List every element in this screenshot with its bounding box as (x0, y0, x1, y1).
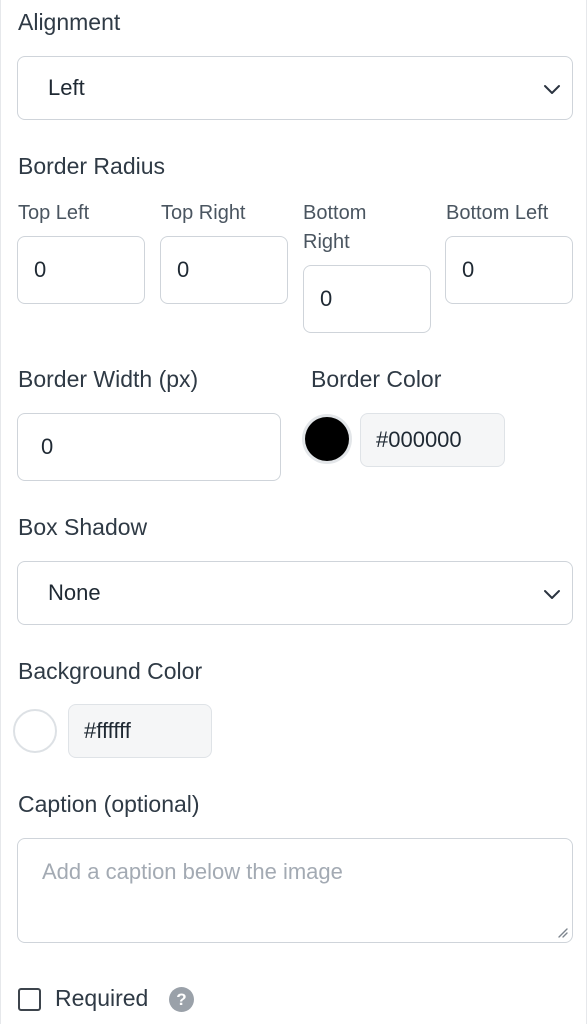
caption-placeholder: Add a caption below the image (42, 859, 343, 884)
top-left-radius-value: 0 (34, 257, 47, 282)
border-width-value: 0 (41, 434, 54, 459)
bottom-right-label-line1: Bottom (303, 202, 367, 224)
caption-label: Caption (optional) (18, 791, 200, 817)
border-color-label: Border Color (311, 366, 442, 392)
border-width-input[interactable]: 0 (17, 413, 281, 481)
top-right-radius-input[interactable]: 0 (160, 236, 288, 304)
required-label[interactable]: Required (55, 985, 148, 1012)
background-color-hex-value: #ffffff (84, 718, 131, 743)
chevron-down-icon (544, 85, 560, 94)
box-shadow-select[interactable]: None (17, 561, 573, 625)
bottom-right-label-line2: Right (303, 231, 350, 253)
bottom-left-label: Bottom Left (446, 202, 549, 224)
bottom-left-radius-value: 0 (462, 257, 475, 282)
background-color-hex-input[interactable]: #ffffff (68, 704, 212, 758)
box-shadow-label: Box Shadow (18, 514, 148, 540)
border-width-label: Border Width (px) (18, 366, 199, 392)
bottom-right-radius-input[interactable]: 0 (303, 265, 431, 333)
question-circle-icon[interactable]: ? (169, 987, 194, 1012)
border-color-hex-input[interactable]: #000000 (360, 413, 505, 467)
alignment-label: Alignment (18, 9, 121, 35)
top-left-label: Top Left (18, 202, 90, 224)
top-left-radius-input[interactable]: 0 (17, 236, 145, 304)
border-radius-label: Border Radius (18, 153, 166, 179)
resize-grip-icon[interactable] (556, 926, 568, 938)
alignment-select[interactable]: Left (17, 56, 573, 120)
border-color-hex-value: #000000 (376, 427, 462, 452)
settings-panel: Alignment Left Border Radius Top Left 0 … (0, 0, 587, 1024)
top-right-label: Top Right (161, 202, 246, 224)
top-right-radius-value: 0 (177, 257, 190, 282)
bottom-right-radius-value: 0 (320, 286, 333, 311)
background-color-swatch[interactable] (13, 709, 57, 753)
bottom-left-radius-input[interactable]: 0 (445, 236, 573, 304)
required-checkbox[interactable] (18, 988, 41, 1011)
alignment-selected-value: Left (48, 75, 85, 100)
background-color-label: Background Color (18, 658, 203, 684)
box-shadow-selected-value: None (48, 580, 101, 605)
chevron-down-icon (544, 590, 560, 599)
border-color-swatch[interactable] (305, 417, 349, 461)
caption-textarea[interactable]: Add a caption below the image (17, 838, 573, 943)
